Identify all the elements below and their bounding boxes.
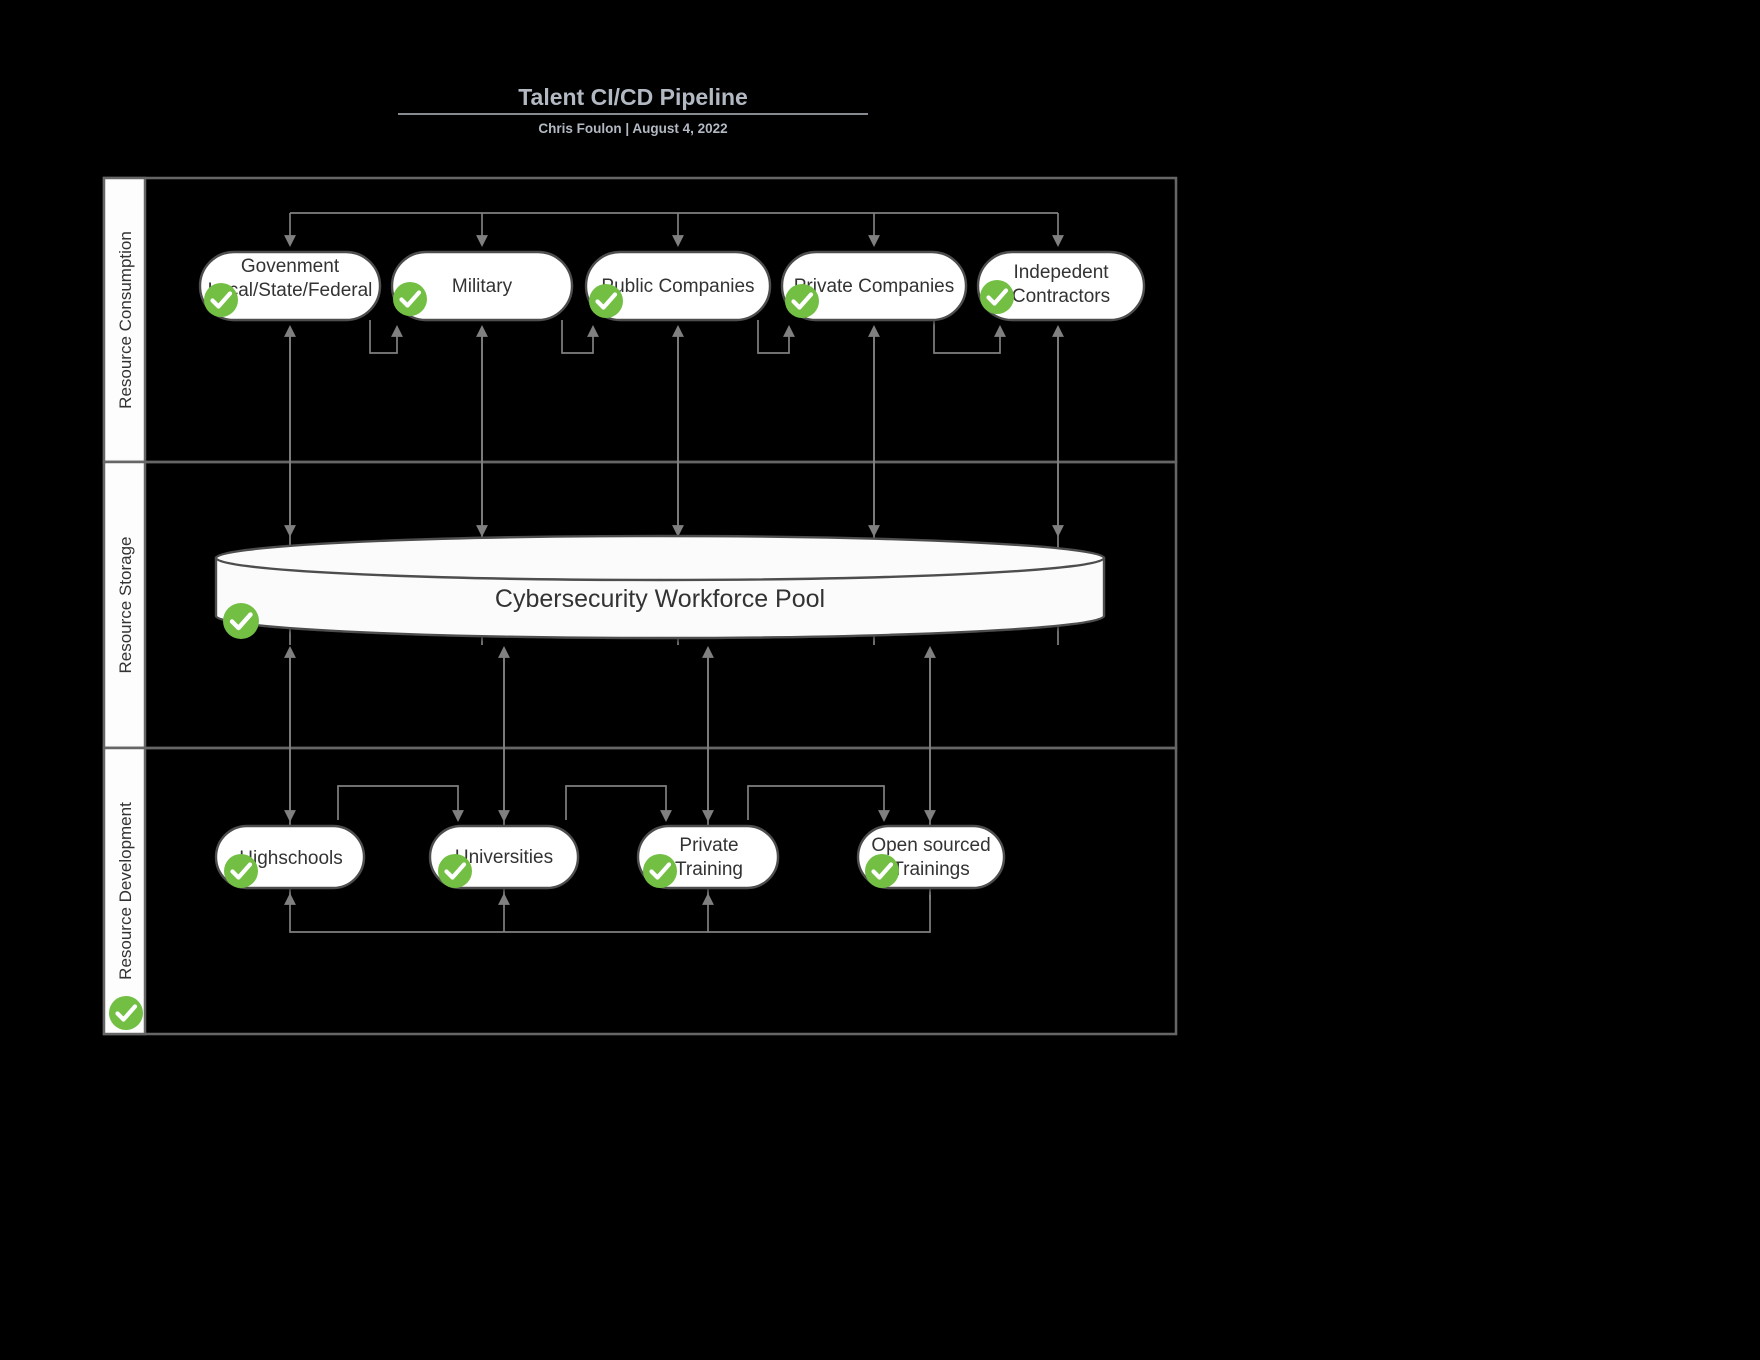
diagram-canvas: Talent CI/CD Pipeline Chris Foulon | Aug… bbox=[0, 0, 1760, 1360]
check-circle-icon-lane-development bbox=[109, 996, 143, 1030]
lane-label-development: Resource Development bbox=[116, 802, 135, 980]
node-private-training-line1: Private bbox=[679, 835, 738, 856]
check-circle-icon-military bbox=[393, 282, 427, 316]
node-private-training[interactable]: Private Training bbox=[636, 824, 780, 890]
check-circle-icon-private-training bbox=[643, 854, 677, 888]
node-cybersecurity-workforce-pool[interactable]: Cybersecurity Workforce Pool bbox=[214, 534, 1106, 640]
page-title: Talent CI/CD Pipeline bbox=[518, 84, 748, 110]
lane-label-consumption: Resource Consumption bbox=[116, 231, 135, 409]
pool-label: Cybersecurity Workforce Pool bbox=[495, 585, 825, 613]
node-open-sourced-trainings-line2: Trainings bbox=[892, 859, 969, 880]
check-circle-icon-highschools bbox=[224, 854, 258, 888]
node-universities[interactable]: Universities bbox=[428, 824, 580, 890]
check-circle-icon-independent-contractors bbox=[980, 280, 1014, 314]
node-government-line1: Govenment bbox=[241, 256, 340, 277]
node-independent-contractors[interactable]: Indepedent Contractors bbox=[976, 250, 1146, 322]
cylinder-top bbox=[214, 534, 1106, 582]
canvas-background bbox=[0, 0, 1760, 1360]
node-independent-contractors-line1: Indepedent bbox=[1013, 262, 1109, 283]
node-highschools[interactable]: Highschools bbox=[214, 824, 366, 890]
consumption-nodes: Govenment Local/State/Federal Military P… bbox=[198, 250, 1146, 322]
node-government[interactable]: Govenment Local/State/Federal bbox=[198, 250, 382, 322]
node-private-companies[interactable]: Private Companies bbox=[780, 250, 968, 322]
page-byline: Chris Foulon | August 4, 2022 bbox=[538, 121, 727, 136]
lane-label-storage: Resource Storage bbox=[116, 536, 135, 673]
node-private-training-line2: Training bbox=[675, 859, 743, 880]
check-circle-icon-universities bbox=[438, 854, 472, 888]
check-circle-icon-private-companies bbox=[785, 284, 819, 318]
check-circle-icon-public-companies bbox=[589, 284, 623, 318]
pipeline-diagram: Talent CI/CD Pipeline Chris Foulon | Aug… bbox=[0, 0, 1760, 1360]
node-public-companies-label: Public Companies bbox=[601, 276, 754, 297]
node-military-label: Military bbox=[452, 276, 513, 297]
node-open-sourced-trainings[interactable]: Open sourced Trainings bbox=[856, 824, 1006, 890]
check-circle-icon-pool bbox=[223, 603, 259, 639]
node-public-companies[interactable]: Public Companies bbox=[584, 250, 772, 322]
check-circle-icon-open-sourced-trainings bbox=[865, 854, 899, 888]
node-military[interactable]: Military bbox=[390, 250, 574, 322]
node-open-sourced-trainings-line1: Open sourced bbox=[871, 835, 990, 856]
node-private-companies-label: Private Companies bbox=[794, 276, 955, 297]
check-circle-icon-government bbox=[204, 283, 238, 317]
node-independent-contractors-line2: Contractors bbox=[1012, 286, 1110, 307]
